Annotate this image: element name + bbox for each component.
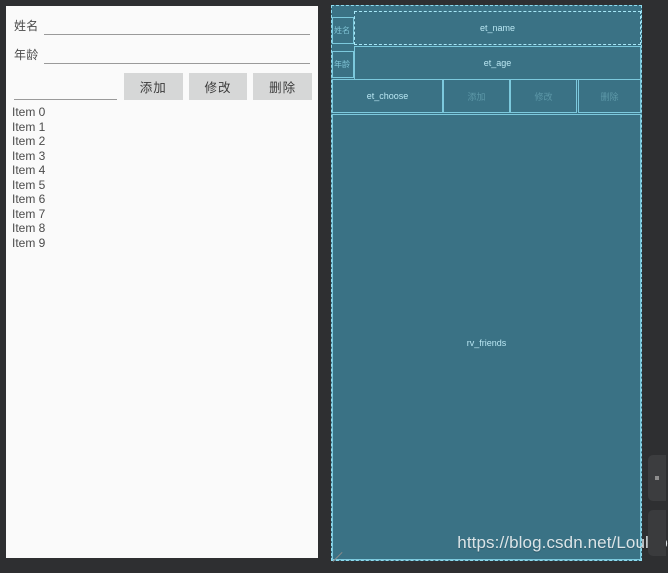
friends-list[interactable]: Item 0 Item 1 Item 2 Item 3 Item 4 Item … bbox=[6, 100, 318, 250]
list-item[interactable]: Item 4 bbox=[12, 163, 318, 178]
watermark: https://blog.csdn.net/Louloo bbox=[457, 533, 668, 552]
blueprint-node-age-label[interactable]: 年龄 bbox=[332, 51, 354, 78]
name-input[interactable] bbox=[44, 14, 310, 35]
blueprint-btn-add-text: 添加 bbox=[467, 91, 486, 102]
blueprint-btn-delete-text: 删除 bbox=[600, 91, 619, 102]
tool-panel-tab-secondary[interactable] bbox=[648, 510, 666, 556]
blueprint-panel[interactable]: 姓名 et_name 年龄 et_age et_choose 添加 修改 删除 … bbox=[331, 5, 668, 561]
blueprint-age-label-text: 年龄 bbox=[334, 60, 350, 69]
blueprint-btn-modify-text: 修改 bbox=[534, 91, 553, 102]
blueprint-node-btn-add[interactable]: 添加 bbox=[443, 79, 510, 113]
age-input[interactable] bbox=[44, 43, 310, 64]
blueprint-node-et-name[interactable]: et_name bbox=[354, 11, 641, 45]
list-item[interactable]: Item 9 bbox=[12, 236, 318, 251]
tool-panel-tab-dot-icon bbox=[655, 476, 659, 480]
blueprint-et-name-text: et_name bbox=[479, 23, 516, 33]
modify-button[interactable]: 修改 bbox=[188, 73, 248, 100]
name-row: 姓名 bbox=[6, 6, 318, 35]
action-row: 添加 修改 删除 bbox=[6, 66, 318, 100]
blueprint-rv-friends-text: rv_friends bbox=[466, 338, 507, 348]
delete-button[interactable]: 删除 bbox=[253, 73, 312, 100]
blueprint-et-age-text: et_age bbox=[483, 58, 512, 68]
choose-input[interactable] bbox=[14, 77, 117, 100]
name-label: 姓名 bbox=[14, 19, 39, 33]
list-item[interactable]: Item 6 bbox=[12, 192, 318, 207]
add-button[interactable]: 添加 bbox=[123, 73, 183, 100]
list-item[interactable]: Item 0 bbox=[12, 105, 318, 120]
list-item[interactable]: Item 3 bbox=[12, 149, 318, 164]
blueprint-et-choose-text: et_choose bbox=[366, 91, 409, 101]
blueprint-node-name-label[interactable]: 姓名 bbox=[332, 17, 354, 44]
list-item[interactable]: Item 7 bbox=[12, 207, 318, 222]
blueprint-node-rv-friends[interactable]: rv_friends bbox=[332, 114, 641, 560]
blueprint-node-btn-delete[interactable]: 删除 bbox=[578, 79, 641, 113]
age-label: 年龄 bbox=[14, 48, 39, 62]
age-row: 年龄 bbox=[6, 35, 318, 64]
blueprint-node-et-choose[interactable]: et_choose bbox=[332, 79, 443, 113]
list-item[interactable]: Item 1 bbox=[12, 120, 318, 135]
list-item[interactable]: Item 2 bbox=[12, 134, 318, 149]
blueprint-node-et-age[interactable]: et_age bbox=[354, 46, 641, 80]
tool-panel-tab[interactable] bbox=[648, 455, 666, 501]
blueprint-node-btn-modify[interactable]: 修改 bbox=[510, 79, 577, 113]
list-item[interactable]: Item 5 bbox=[12, 178, 318, 193]
blueprint-name-label-text: 姓名 bbox=[334, 26, 350, 35]
device-preview: 姓名 年龄 添加 修改 删除 Item 0 Item 1 Item 2 Item… bbox=[6, 6, 318, 558]
list-item[interactable]: Item 8 bbox=[12, 221, 318, 236]
resize-handle-icon[interactable] bbox=[333, 561, 345, 573]
